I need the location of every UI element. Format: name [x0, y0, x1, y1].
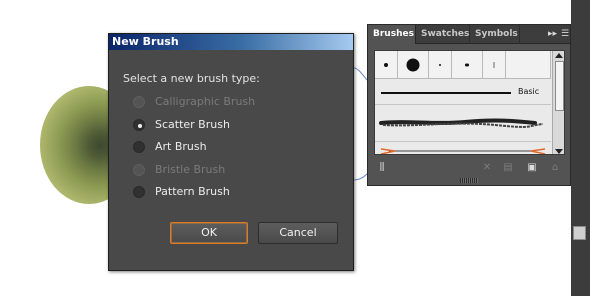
brush-swatch[interactable] — [452, 51, 483, 79]
trash-icon[interactable]: ⌂ — [549, 162, 561, 174]
radio-art-brush[interactable]: Art Brush — [133, 140, 207, 153]
radio-pattern-brush[interactable]: Pattern Brush — [133, 185, 230, 198]
dialog-title: New Brush — [109, 34, 353, 50]
arrow-stroke-preview — [380, 148, 546, 154]
radio-scatter-brush[interactable]: Scatter Brush — [133, 118, 230, 131]
charcoal-stroke-preview — [379, 118, 544, 128]
brush-swatch-row — [375, 51, 551, 79]
tab-symbols[interactable]: Symbols — [470, 25, 520, 44]
radio-button-icon — [133, 163, 145, 176]
tab-swatches[interactable]: Swatches — [416, 25, 470, 44]
radio-button-icon[interactable] — [133, 185, 145, 198]
radio-bristle-brush: Bristle Brush — [133, 163, 225, 176]
radio-calligraphic-brush: Calligraphic Brush — [133, 95, 255, 108]
brush-swatch[interactable] — [375, 51, 398, 79]
scroll-thumb[interactable] — [555, 61, 564, 111]
panel-tab-bar: Brushes Swatches Symbols ▸▸ ☰ — [368, 25, 570, 44]
basic-stroke-preview — [381, 92, 511, 94]
app-right-strip — [571, 0, 590, 296]
radio-label: Scatter Brush — [155, 118, 230, 131]
scroll-up-icon[interactable] — [555, 53, 563, 58]
brush-swatch[interactable] — [398, 51, 429, 79]
tab-brushes[interactable]: Brushes — [368, 25, 416, 44]
radio-button-selected-icon[interactable] — [133, 118, 145, 131]
brush-swatch[interactable] — [483, 51, 506, 79]
canvas-scrollbar-thumb[interactable] — [573, 226, 586, 240]
remove-stroke-icon[interactable]: ✕ — [481, 162, 493, 174]
new-brush-icon[interactable]: ▣ — [526, 162, 538, 174]
dialog-prompt: Select a new brush type: — [123, 72, 260, 85]
brush-list-scrollbar[interactable] — [552, 51, 564, 154]
arrow-brush-row[interactable] — [375, 143, 551, 154]
ok-button[interactable]: OK — [170, 222, 248, 244]
radio-label: Bristle Brush — [155, 163, 226, 176]
radio-button-icon — [133, 95, 145, 108]
brush-swatch[interactable] — [429, 51, 452, 79]
scroll-down-icon[interactable] — [555, 149, 563, 154]
radio-label: Pattern Brush — [155, 185, 230, 198]
panel-menu-icon[interactable]: ☰ — [561, 28, 569, 40]
new-brush-dialog: New Brush Select a new brush type: Calli… — [108, 33, 354, 271]
basic-brush-row[interactable]: Basic — [375, 80, 551, 105]
brushes-panel: Brushes Swatches Symbols ▸▸ ☰ Basic ⫼ ✕ … — [367, 24, 571, 186]
panel-footer: ⫼ ✕ ▤ ▣ ⌂ — [368, 160, 570, 178]
double-chevron-right-icon[interactable]: ▸▸ — [548, 28, 557, 40]
basic-brush-label: Basic — [518, 87, 540, 96]
radio-label: Art Brush — [155, 140, 207, 153]
charcoal-brush-row[interactable] — [375, 106, 551, 142]
brush-swatch[interactable] — [506, 51, 551, 79]
cancel-button[interactable]: Cancel — [258, 222, 338, 244]
radio-button-icon[interactable] — [133, 140, 145, 153]
brush-libraries-icon[interactable]: ⫼ — [376, 162, 388, 174]
panel-resize-grip[interactable] — [460, 178, 478, 183]
options-icon[interactable]: ▤ — [502, 162, 514, 174]
brush-list: Basic — [374, 50, 565, 155]
radio-label: Calligraphic Brush — [155, 95, 256, 108]
